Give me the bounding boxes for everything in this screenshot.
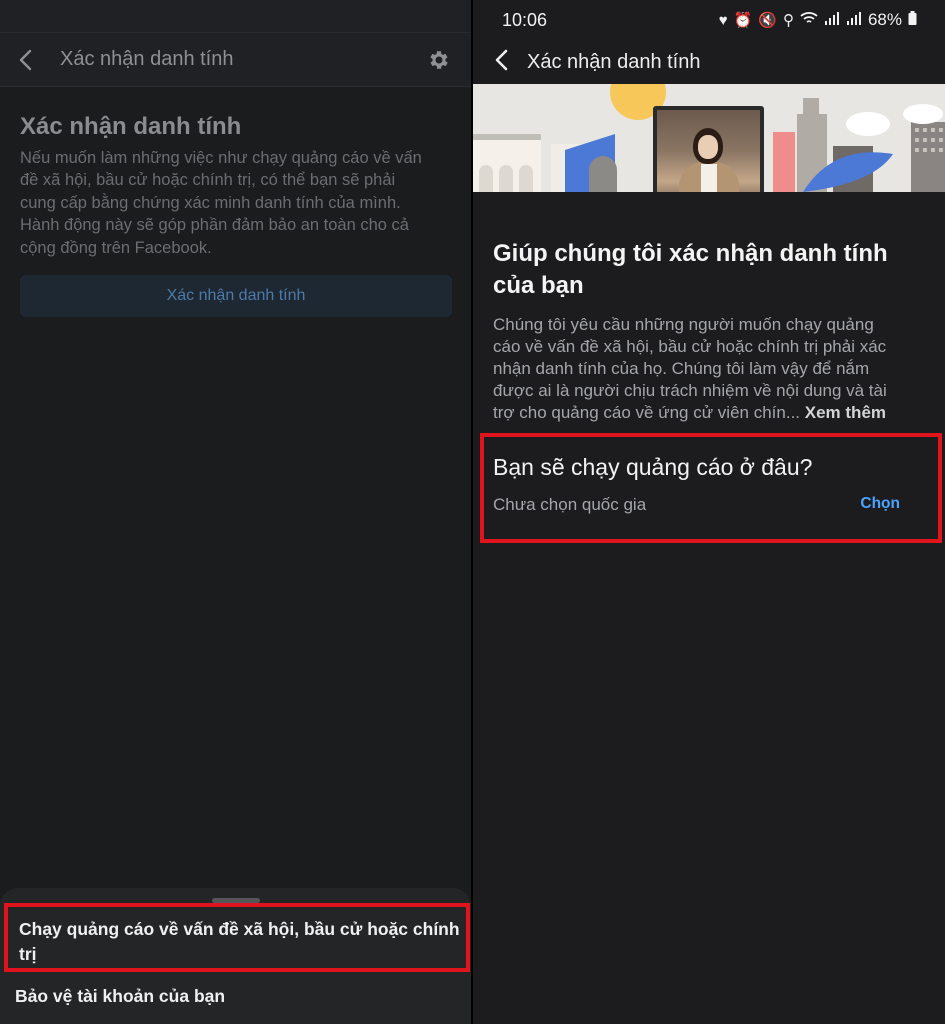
alarm-icon: ⏰ <box>733 12 753 29</box>
title-line: của bạn <box>493 272 584 299</box>
battery-level: 68% <box>867 10 902 29</box>
heart-icon: ♥ <box>718 11 728 29</box>
profile-photo <box>657 110 760 192</box>
desc-line: đề xã hội, bầu cử hoặc chính trị, có thể… <box>20 171 396 190</box>
option-political-ads[interactable]: Chạy quảng cáo về vấn đề xã hội, bầu cử … <box>4 903 470 972</box>
status-time: 10:06 <box>502 9 548 30</box>
desc-line: cung cấp bằng chứng xác minh danh tính c… <box>20 193 401 212</box>
right-header: Xác nhận danh tính <box>473 40 945 84</box>
desc-line: được ai là người chịu trách nhiệm về nội… <box>493 381 887 400</box>
arrow-left-icon[interactable] <box>493 48 509 77</box>
location-icon: ⚲ <box>782 12 794 29</box>
option-label: trị <box>19 944 37 964</box>
title-line: Giúp chúng tôi xác nhận danh tính <box>493 240 888 267</box>
desc-line: Hành động này sẽ góp phần đảm bảo an toà… <box>20 216 409 235</box>
chevron-left-icon[interactable] <box>18 46 40 74</box>
profile-photo-frame <box>653 106 764 192</box>
left-screen: Xác nhận danh tính Xác nhận danh tính Nế… <box>0 0 471 1024</box>
signal-icon <box>824 11 840 29</box>
battery-icon <box>908 11 917 29</box>
desc-line: cáo về vấn đề xã hội, bầu cử hoặc chính … <box>493 337 887 356</box>
choose-country-button[interactable]: Chọn <box>860 495 900 513</box>
desc-line: Nếu muốn làm những việc như chạy quảng c… <box>20 149 422 167</box>
option-protect-account[interactable]: Bảo vệ tài khoản của bạn <box>15 986 225 1007</box>
country-status: Chưa chọn quốc gia <box>493 495 647 514</box>
banner-illustration <box>473 84 945 192</box>
desc-line: cộng đồng trên Facebook. <box>20 238 212 257</box>
country-question: Bạn sẽ chạy quảng cáo ở đâu? <box>493 454 813 480</box>
right-screen: 10:06 ♥ ⏰ 🔇 ⚲ 68% Xác nhận danh tính Giú… <box>473 0 945 1024</box>
mute-icon: 🔇 <box>758 12 777 29</box>
see-more-link[interactable]: Xem thêm <box>805 403 886 422</box>
bottom-sheet: Chạy quảng cáo về vấn đề xã hội, bầu cử … <box>0 888 471 1024</box>
desc-text: trợ cho quảng cáo về ứng cử viên chín... <box>493 403 801 422</box>
wifi-icon <box>800 11 818 29</box>
left-header: Xác nhận danh tính <box>0 33 471 87</box>
content-title: Giúp chúng tôi xác nhận danh tính của bạ… <box>493 238 925 302</box>
desc-line: trợ cho quảng cáo về ứng cử viên chín...… <box>493 402 925 424</box>
gear-icon[interactable] <box>425 46 453 74</box>
section-title: Xác nhận danh tính <box>20 113 242 140</box>
header-title: Xác nhận danh tính <box>60 48 234 70</box>
section-description: Nếu muốn làm những việc như chạy quảng c… <box>20 147 451 259</box>
top-strip <box>0 0 471 33</box>
option-label: Chạy quảng cáo về vấn đề xã hội, bầu cử … <box>19 919 460 939</box>
country-selector: Bạn sẽ chạy quảng cáo ở đâu? Chưa chọn q… <box>480 433 942 543</box>
verify-identity-button[interactable]: Xác nhận danh tính <box>20 275 452 318</box>
header-title: Xác nhận danh tính <box>527 50 701 73</box>
content-description: Chúng tôi yêu cầu những người muốn chạy … <box>493 314 925 424</box>
desc-line: Chúng tôi yêu cầu những người muốn chạy … <box>493 315 874 334</box>
signal-icon <box>846 11 862 29</box>
status-bar: 10:06 ♥ ⏰ 🔇 ⚲ 68% <box>473 0 945 40</box>
status-icons: ♥ ⏰ 🔇 ⚲ 68% <box>719 10 917 30</box>
desc-line: nhận danh tính của họ. Chúng tôi làm vậy… <box>493 359 870 378</box>
